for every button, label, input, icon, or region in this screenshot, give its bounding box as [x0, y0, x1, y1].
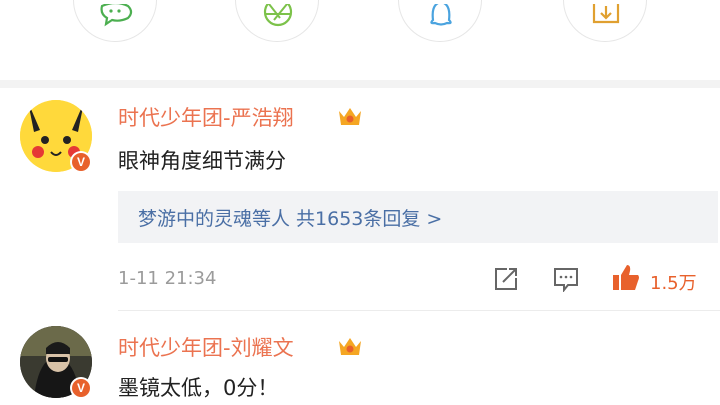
share-bar [0, 0, 720, 81]
repost-icon[interactable] [493, 266, 519, 292]
member-crown-icon [339, 338, 361, 355]
qq-icon [430, 4, 452, 26]
share-moments-button[interactable] [235, 0, 319, 42]
wechat-icon [100, 4, 133, 27]
comment-divider [118, 310, 720, 311]
comment-username[interactable]: 时代少年团-刘耀文 [118, 332, 294, 362]
comment-item: V 时代少年团-严浩翔 眼神角度细节满分 梦游中的灵魂等人 共1653条回复 >… [0, 88, 720, 308]
save-icon [592, 4, 620, 24]
replies-label: 梦游中的灵魂等人 共1653条回复 > [138, 208, 443, 230]
share-save-button[interactable] [563, 0, 647, 42]
moments-icon [263, 4, 293, 27]
like-icon[interactable] [611, 263, 641, 293]
comment-username[interactable]: 时代少年团-严浩翔 [118, 102, 294, 132]
share-wechat-button[interactable] [73, 0, 157, 42]
comment-item: V 时代少年团-刘耀文 墨镜太低，0分！ [0, 312, 720, 405]
comment-text: 眼神角度细节满分 [118, 149, 286, 173]
section-divider [0, 80, 720, 88]
comment-timestamp: 1-11 21:34 [118, 268, 217, 289]
comment-icon[interactable] [553, 266, 579, 292]
like-count: 1.5万 [650, 273, 697, 294]
comment-text: 墨镜太低，0分！ [118, 376, 279, 400]
verified-badge: V [70, 377, 92, 399]
verified-badge: V [70, 151, 92, 173]
share-qq-button[interactable] [398, 0, 482, 42]
replies-link[interactable]: 梦游中的灵魂等人 共1653条回复 > [118, 191, 718, 243]
member-crown-icon [339, 108, 361, 125]
